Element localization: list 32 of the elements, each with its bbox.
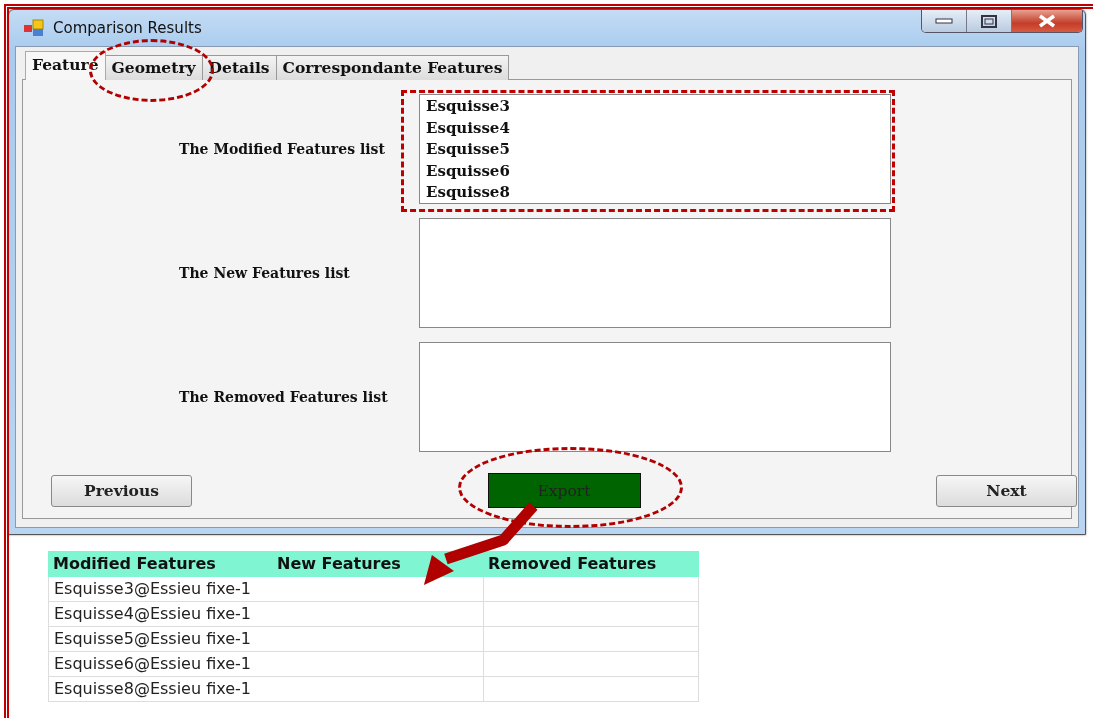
tab[interactable]: Details: [201, 55, 277, 80]
list-label: The New Features list: [178, 265, 351, 281]
window-title: Comparison Results: [53, 19, 203, 37]
button[interactable]: Previous: [51, 474, 192, 507]
list-item[interactable]: Esquisse3: [426, 96, 884, 118]
list-item[interactable]: Esquisse6: [426, 160, 884, 183]
table-cell: Esquisse4@Essieu fixe-1: [48, 602, 483, 627]
list-label: The Modified Features list: [178, 141, 386, 157]
close-button[interactable]: [1012, 10, 1082, 32]
tab[interactable]: Correspondante Features: [275, 55, 510, 80]
table-cell: Esquisse6@Essieu fixe-1: [48, 652, 483, 677]
tab[interactable]: Geometry: [104, 55, 203, 80]
list-item[interactable]: Esquisse8: [426, 182, 884, 204]
list-box[interactable]: [419, 218, 891, 328]
column-header: Removed Features: [483, 551, 699, 577]
app-icon: [23, 19, 45, 37]
list-item[interactable]: Esquisse5: [426, 139, 884, 161]
minimize-icon: [935, 18, 953, 24]
column-header: Modified Features: [48, 551, 272, 577]
list-box[interactable]: [419, 342, 891, 452]
table-cell: Esquisse3@Essieu fixe-1: [48, 577, 483, 602]
tab[interactable]: Feature: [25, 51, 106, 80]
table-cell: Esquisse5@Essieu fixe-1: [48, 627, 483, 652]
list-item[interactable]: Esquisse4: [426, 117, 884, 140]
button[interactable]: Next: [936, 474, 1077, 507]
maximize-icon: [981, 14, 997, 28]
maximize-button[interactable]: [967, 10, 1012, 32]
close-icon: [1037, 14, 1057, 28]
minimize-button[interactable]: [922, 10, 967, 32]
list-box[interactable]: Esquisse3 Esquisse4 Esquisse5 Esquisse6 Esquisse8: [419, 94, 891, 204]
table-cell: Esquisse8@Essieu fixe-1: [48, 677, 483, 702]
list-label: The Removed Features list: [178, 389, 389, 405]
